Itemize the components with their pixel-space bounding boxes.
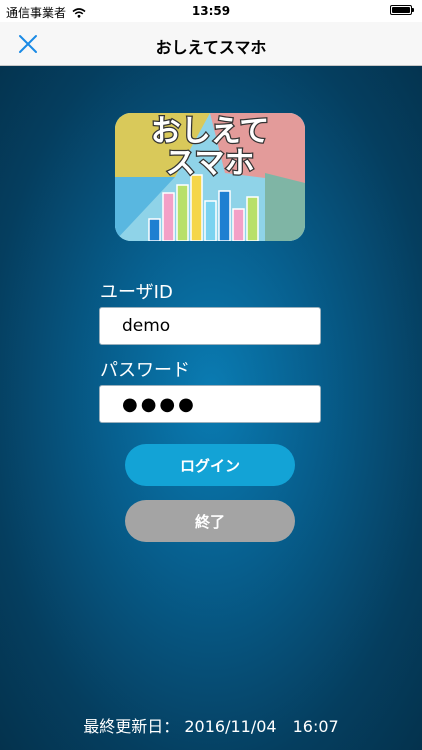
last-updated-text: 最終更新日： 2016/11/04 16:07 <box>83 717 339 736</box>
clock: 13:59 <box>191 4 231 18</box>
exit-button[interactable]: 終了 <box>125 500 295 542</box>
status-bar: 通信事業者 13:59 <box>0 0 422 22</box>
battery-icon <box>390 5 414 15</box>
page-title: おしえてスマホ <box>155 38 267 57</box>
user-id-input[interactable]: demo <box>99 307 321 345</box>
login-button[interactable]: ログイン <box>125 444 295 486</box>
user-id-label: ユーザID <box>100 282 173 303</box>
navigation-bar: おしえてスマホ <box>0 22 422 66</box>
password-mask: ●●●● <box>122 393 197 415</box>
logo-text-line1: おしえて <box>151 114 270 149</box>
password-input[interactable]: ●●●● <box>99 385 321 423</box>
password-label: パスワード <box>100 360 190 381</box>
app-logo: おしえて スマホ <box>115 113 305 241</box>
login-screen: おしえて スマホ ユーザID demo パスワード ●●●● ログイン 終了 最… <box>0 66 422 750</box>
user-id-value: demo <box>122 316 171 336</box>
logo-text-line2: スマホ <box>165 146 254 181</box>
